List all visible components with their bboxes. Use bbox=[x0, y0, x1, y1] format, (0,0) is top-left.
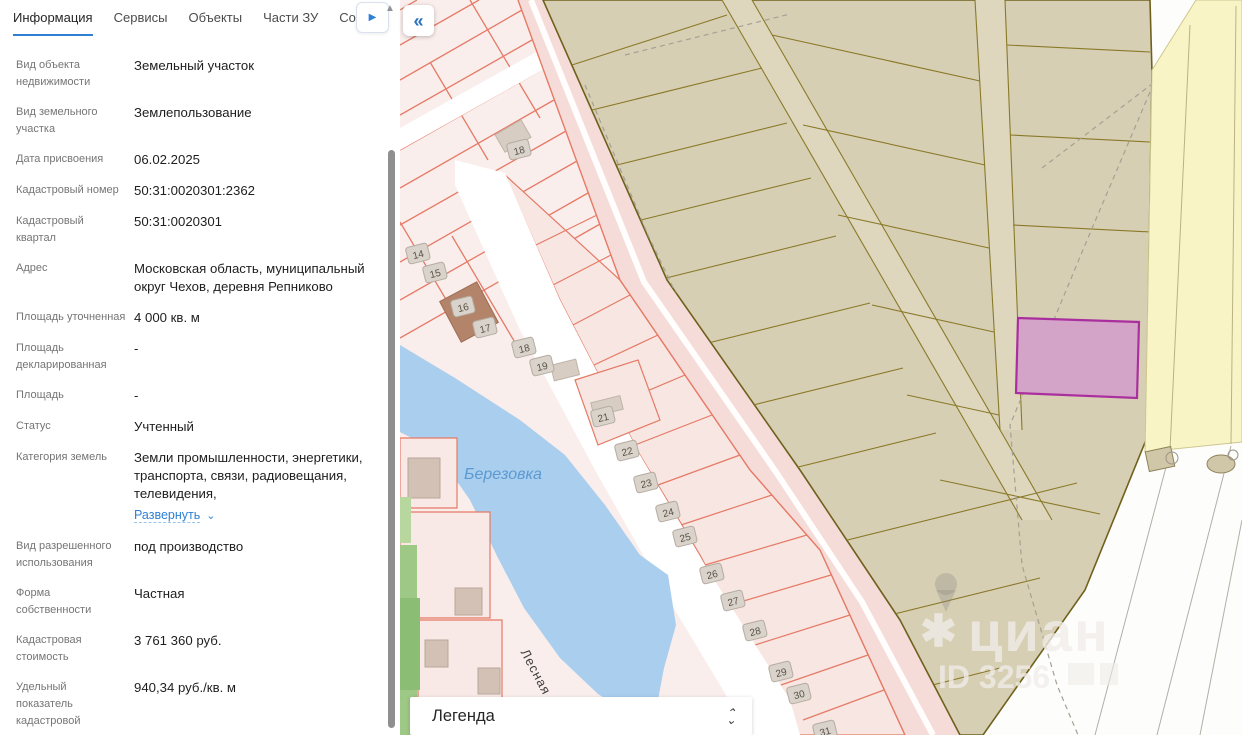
field-label: Статус bbox=[16, 418, 134, 436]
field-value: 3 761 360 руб. bbox=[134, 632, 370, 666]
field-row: Удельный показатель кадастровой стоимост… bbox=[16, 679, 370, 735]
cadastral-app: Информация Сервисы Объекты Части ЗУ Сост… bbox=[0, 0, 1242, 735]
tab-objects[interactable]: Объекты bbox=[188, 10, 242, 36]
field-label: Вид разрешенного использования bbox=[16, 538, 134, 572]
field-value: - bbox=[134, 340, 370, 374]
field-label: Дата присвоения bbox=[16, 151, 134, 169]
field-value: 50:31:0020301:2362 bbox=[134, 182, 370, 200]
field-row: Площадь уточненная4 000 кв. м bbox=[16, 309, 370, 327]
field-row: Кадастровый квартал50:31:0020301 bbox=[16, 213, 370, 247]
field-label: Площадь декларированная bbox=[16, 340, 134, 374]
zone-yellow-strip bbox=[1145, 0, 1242, 452]
field-value: 06.02.2025 bbox=[134, 151, 370, 169]
field-label: Кадастровый квартал bbox=[16, 213, 134, 247]
field-label: Кадастровая стоимость bbox=[16, 632, 134, 666]
field-label: Площадь bbox=[16, 387, 134, 405]
field-row: Кадастровая стоимость3 761 360 руб. bbox=[16, 632, 370, 666]
field-label: Форма собственности bbox=[16, 585, 134, 619]
field-value: Земли промышленности, энергетики, трансп… bbox=[134, 449, 370, 525]
watermark-id: ID 3256 bbox=[938, 659, 1050, 695]
cian-mark: ✱ bbox=[920, 607, 957, 656]
panel-scrollbar[interactable] bbox=[388, 150, 395, 728]
field-label: Удельный показатель кадастровой стоимост… bbox=[16, 679, 134, 735]
selected-parcel[interactable] bbox=[1016, 318, 1139, 398]
tab-services[interactable]: Сервисы bbox=[114, 10, 168, 36]
field-row: Дата присвоения06.02.2025 bbox=[16, 151, 370, 169]
legend-bar[interactable]: Легенда ⌃ ⌄ bbox=[410, 697, 752, 735]
field-row-land-category: Категория земель Земли промышленности, э… bbox=[16, 449, 370, 525]
field-value: Учтенный bbox=[134, 418, 370, 436]
tab-parcel-parts[interactable]: Части ЗУ bbox=[263, 10, 318, 36]
cadastral-map-svg: 18 14 15 16 17 18 19 21 22 23 24 25 26 2… bbox=[400, 0, 1242, 735]
object-info-panel: Информация Сервисы Объекты Части ЗУ Сост… bbox=[0, 0, 400, 735]
field-label: Вид земельного участка bbox=[16, 104, 134, 138]
panel-tabs: Информация Сервисы Объекты Части ЗУ Сост bbox=[0, 0, 400, 34]
double-chevron-left-icon: « bbox=[413, 11, 423, 31]
field-row: Вид разрешенного использованияпод произв… bbox=[16, 538, 370, 572]
field-label: Кадастровый номер bbox=[16, 182, 134, 200]
field-label: Площадь уточненная bbox=[16, 309, 134, 327]
play-arrow-icon: ▶ bbox=[369, 12, 377, 23]
field-row: Вид земельного участкаЗемлепользование bbox=[16, 104, 370, 138]
field-value: Частная bbox=[134, 585, 370, 619]
field-label: Вид объекта недвижимости bbox=[16, 57, 134, 91]
field-value: 50:31:0020301 bbox=[134, 213, 370, 247]
field-label: Адрес bbox=[16, 260, 134, 296]
field-row: АдресМосковская область, муниципальный о… bbox=[16, 260, 370, 296]
map-canvas[interactable]: 18 14 15 16 17 18 19 21 22 23 24 25 26 2… bbox=[400, 0, 1242, 735]
legend-title: Легенда bbox=[432, 707, 495, 726]
field-value: 940,34 руб./кв. м bbox=[134, 679, 370, 735]
field-row: СтатусУчтенный bbox=[16, 418, 370, 436]
field-list: Вид объекта недвижимостиЗемельный участо… bbox=[0, 34, 400, 735]
field-value: 4 000 кв. м bbox=[134, 309, 370, 327]
field-value: Землепользование bbox=[134, 104, 370, 138]
tab-information[interactable]: Информация bbox=[13, 10, 93, 36]
field-row: Площадь- bbox=[16, 387, 370, 405]
field-value: Земельный участок bbox=[134, 57, 370, 91]
chevron-down-icon: ⌄ bbox=[726, 717, 736, 724]
field-row: Вид объекта недвижимостиЗемельный участо… bbox=[16, 57, 370, 91]
field-value: под производство bbox=[134, 538, 370, 572]
expand-link[interactable]: Развернуть bbox=[134, 508, 200, 523]
expand-row: Развернуть ⌄ bbox=[134, 506, 370, 525]
cian-logo-text: циан bbox=[968, 600, 1110, 663]
field-row: Кадастровый номер50:31:0020301:2362 bbox=[16, 182, 370, 200]
field-label: Категория земель bbox=[16, 449, 134, 525]
field-value: - bbox=[134, 387, 370, 405]
legend-toggle-icon[interactable]: ⌃ ⌄ bbox=[726, 708, 736, 724]
field-row: Площадь декларированная- bbox=[16, 340, 370, 374]
scroll-top-icon[interactable]: ▲ bbox=[385, 3, 395, 14]
land-category-text: Земли промышленности, энергетики, трансп… bbox=[134, 450, 363, 501]
collapse-panel-button[interactable]: « bbox=[403, 5, 434, 36]
field-row: Форма собственностиЧастная bbox=[16, 585, 370, 619]
water-label: Березовка bbox=[464, 466, 542, 483]
small-structures bbox=[1145, 447, 1238, 473]
field-value: Московская область, муниципальный округ … bbox=[134, 260, 370, 296]
chevron-down-icon: ⌄ bbox=[206, 510, 215, 522]
